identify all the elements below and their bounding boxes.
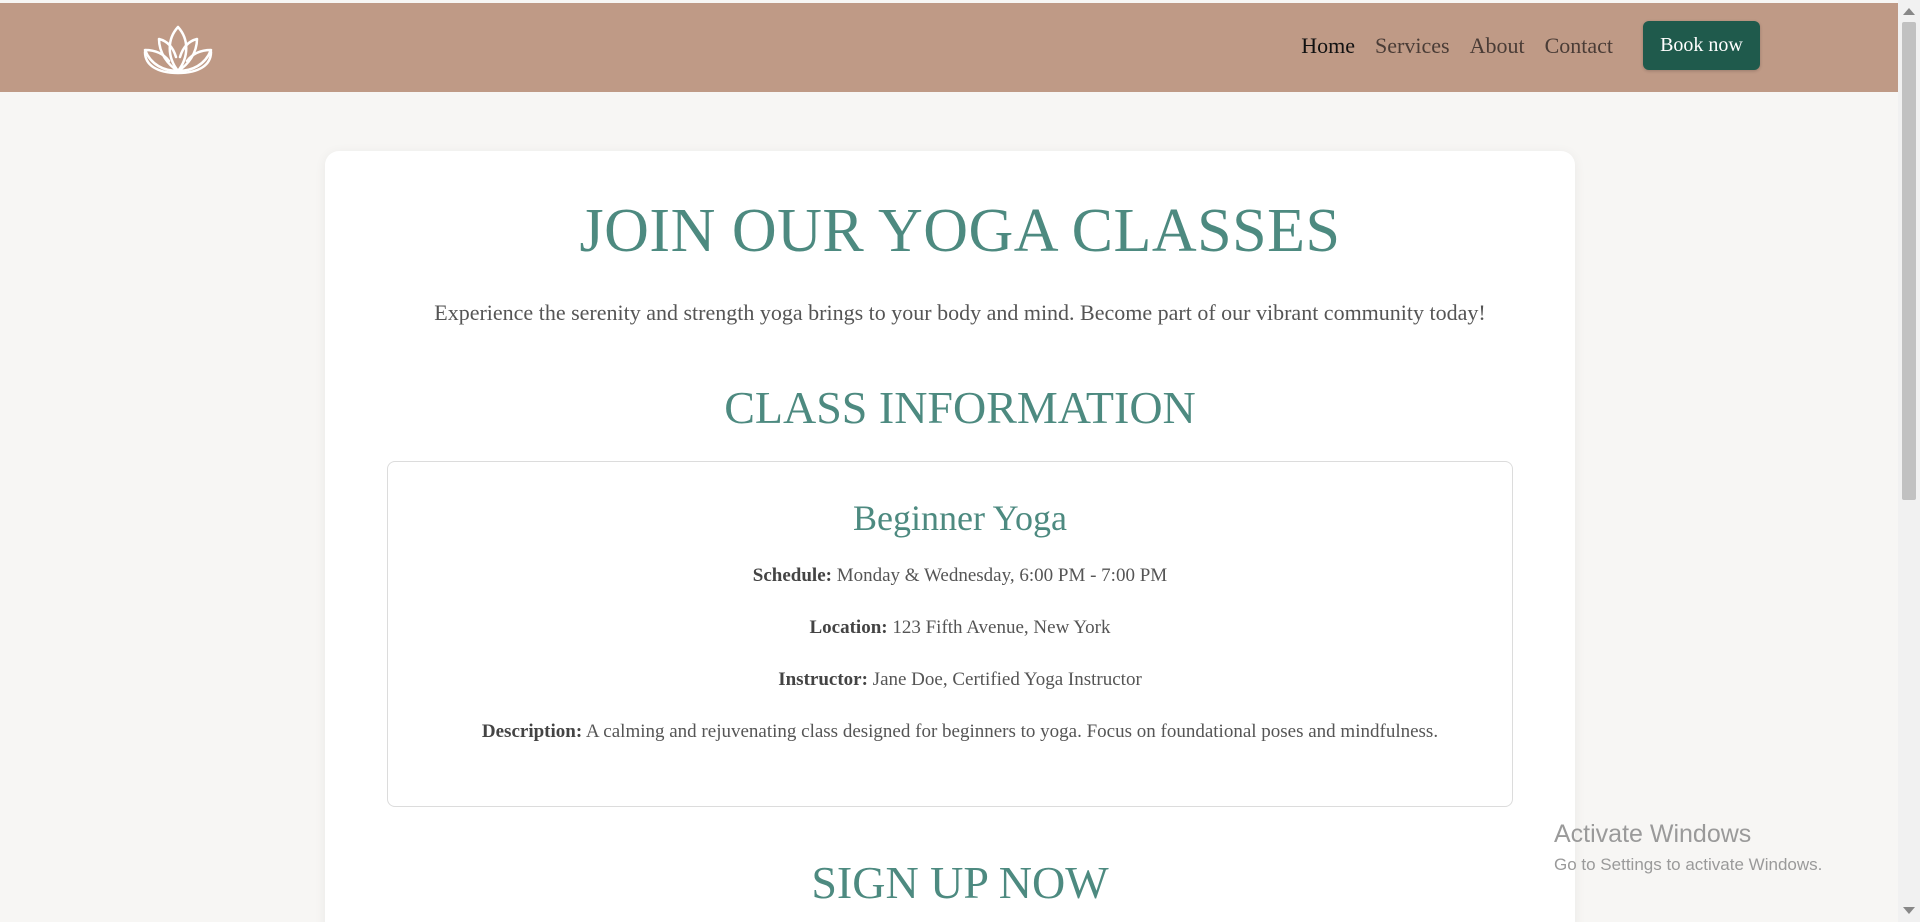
page-title: JOIN OUR YOGA CLASSES (579, 197, 1341, 265)
instructor-row: Instructor: Jane Doe, Certified Yoga Ins… (0, 669, 1920, 691)
instructor-label: Instructor: (778, 669, 868, 690)
main-nav: Home Services About Contact (1301, 33, 1613, 59)
description-label: Description: (481, 721, 583, 742)
scroll-down-icon[interactable] (1903, 907, 1915, 914)
scroll-up-icon[interactable] (1903, 8, 1915, 15)
description-row: Description: A calming and rejuvenating … (0, 721, 1920, 743)
location-label: Location: (809, 617, 888, 638)
schedule-label: Schedule: (752, 565, 832, 586)
book-now-button[interactable]: Book now (1643, 21, 1760, 70)
windows-activation-watermark: Activate Windows Go to Settings to activ… (1554, 820, 1822, 875)
location-value: 123 Fifth Avenue, New York (892, 617, 1111, 638)
vertical-scrollbar[interactable] (1898, 0, 1920, 922)
site-header: Home Services About Contact Book now (0, 3, 1898, 92)
nav-services[interactable]: Services (1375, 33, 1450, 59)
instructor-value: Jane Doe, Certified Yoga Instructor (872, 669, 1142, 690)
scroll-thumb[interactable] (1902, 22, 1916, 500)
watermark-title: Activate Windows (1554, 820, 1752, 848)
class-information-title: CLASS INFORMATION (724, 382, 1196, 433)
description-value: A calming and rejuvenating class designe… (585, 721, 1439, 742)
nav-contact[interactable]: Contact (1545, 33, 1613, 59)
page-subtitle: Experience the serenity and strength yog… (434, 300, 1486, 325)
location-row: Location: 123 Fifth Avenue, New York (0, 617, 1920, 639)
page-viewport: Home Services About Contact Book now JOI… (0, 0, 1920, 922)
schedule-value: Monday & Wednesday, 6:00 PM - 7:00 PM (836, 565, 1168, 586)
watermark-subtitle: Go to Settings to activate Windows. (1554, 855, 1823, 874)
lotus-icon[interactable] (138, 23, 218, 78)
schedule-row: Schedule: Monday & Wednesday, 6:00 PM - … (0, 565, 1920, 587)
nav-about[interactable]: About (1470, 33, 1525, 59)
nav-home[interactable]: Home (1301, 33, 1355, 59)
class-name: Beginner Yoga (853, 498, 1067, 538)
